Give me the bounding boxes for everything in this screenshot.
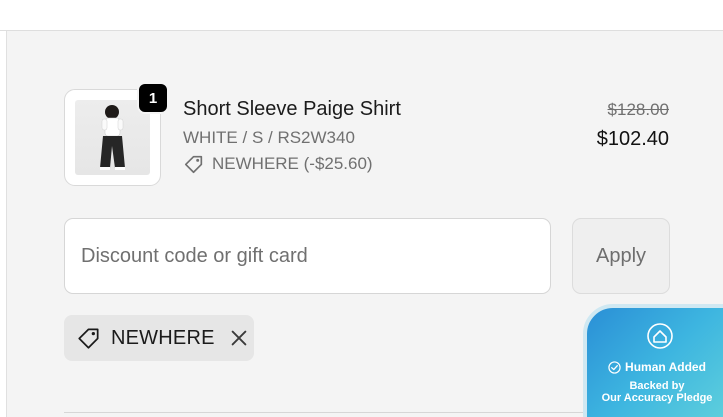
product-title: Short Sleeve Paige Shirt	[183, 98, 401, 120]
section-divider	[64, 412, 670, 413]
shield-icon	[647, 323, 673, 349]
applied-discount-chip: NEWHERE	[64, 315, 254, 361]
badge-line-2: Our Accuracy Pledge	[601, 392, 713, 404]
badge-headline-text: Human Added	[625, 360, 706, 374]
apply-button[interactable]: Apply	[572, 218, 670, 294]
item-discount-line: NEWHERE (-$25.60)	[183, 153, 373, 175]
close-icon[interactable]	[228, 327, 250, 349]
badge-line-1: Backed by	[629, 380, 685, 392]
check-circle-icon	[608, 360, 621, 374]
applied-code-label: NEWHERE	[111, 326, 215, 349]
quantity-badge: 1	[137, 82, 169, 114]
tag-icon	[78, 328, 99, 349]
product-variant: WHITE / S / RS2W340	[183, 128, 355, 147]
badge-headline: Human Added	[587, 360, 723, 374]
final-price: $102.40	[596, 128, 669, 150]
item-discount-text: NEWHERE (-$25.60)	[212, 154, 373, 173]
tag-icon	[184, 155, 203, 174]
accuracy-pledge-badge[interactable]: Human Added Backed by Our Accuracy Pledg…	[583, 304, 723, 417]
top-bar	[0, 0, 723, 31]
discount-code-input[interactable]	[64, 218, 551, 294]
original-price: $128.00	[607, 100, 669, 119]
